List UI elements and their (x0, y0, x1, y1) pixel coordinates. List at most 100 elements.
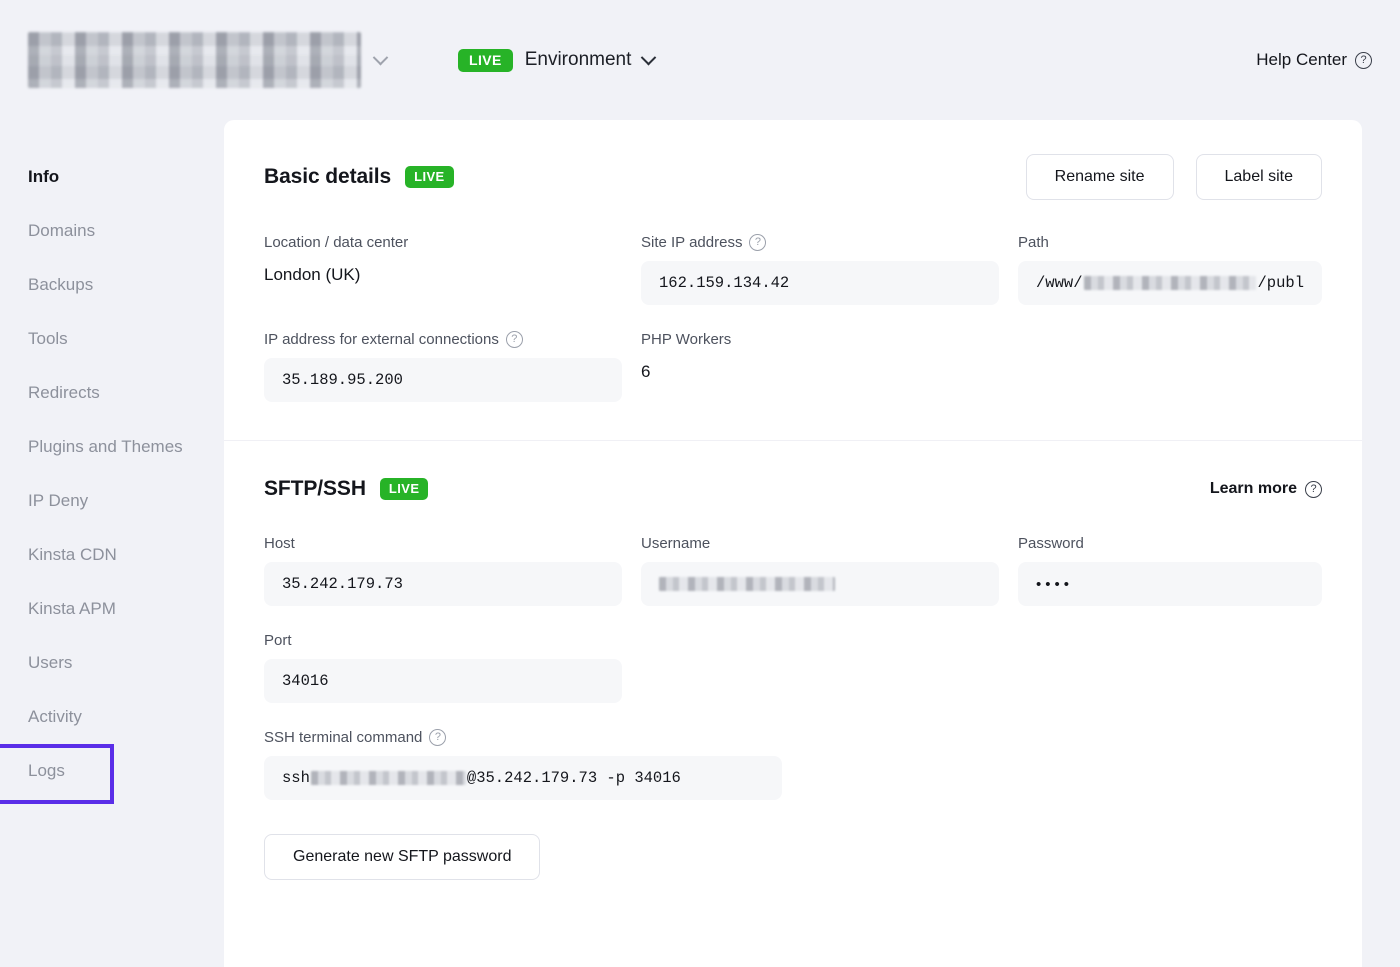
live-badge: LIVE (405, 166, 454, 188)
path-label: Path (1018, 234, 1322, 251)
port-label: Port (264, 632, 622, 649)
site-ip-label: Site IP address ? (641, 234, 999, 251)
environment-selector[interactable]: LIVE Environment (458, 49, 654, 72)
sidebar-item-tools[interactable]: Tools (0, 312, 224, 366)
sidebar-item-label: Kinsta CDN (28, 545, 117, 565)
help-center-label: Help Center (1256, 50, 1347, 70)
username-label: Username (641, 535, 999, 552)
sidebar-item-activity[interactable]: Activity (0, 690, 224, 744)
question-circle-icon[interactable]: ? (506, 331, 523, 348)
section-title: Basic details (264, 165, 391, 189)
external-ip-field-group: IP address for external connections ? 35… (264, 331, 622, 402)
sidebar-item-plugins-and-themes[interactable]: Plugins and Themes (0, 420, 224, 474)
username-label-text: Username (641, 535, 710, 552)
site-name-masked (28, 32, 361, 88)
username-field-group: Username (641, 535, 999, 606)
host-label: Host (264, 535, 622, 552)
password-label: Password (1018, 535, 1322, 552)
ssh-command-suffix: @35.242.179.73 -p 34016 (467, 769, 681, 787)
sidebar-item-info[interactable]: Info (0, 150, 224, 204)
question-circle-icon: ? (1355, 52, 1372, 69)
sidebar-item-backups[interactable]: Backups (0, 258, 224, 312)
content-card: Basic details LIVE Rename site Label sit… (224, 120, 1362, 967)
port-field-group: Port 34016 (264, 632, 622, 703)
sftp-ssh-section: SFTP/SSH LIVE Learn more ? Host 35.242.1… (224, 441, 1362, 924)
question-circle-icon: ? (1305, 481, 1322, 498)
environment-label: Environment (525, 49, 632, 71)
path-label-text: Path (1018, 234, 1049, 251)
sidebar-item-kinsta-cdn[interactable]: Kinsta CDN (0, 528, 224, 582)
basic-details-section: Basic details LIVE Rename site Label sit… (224, 120, 1362, 440)
location-label: Location / data center (264, 234, 622, 251)
ssh-command-value-field[interactable]: ssh @35.242.179.73 -p 34016 (264, 756, 782, 800)
port-label-text: Port (264, 632, 292, 649)
sidebar-item-label: Domains (28, 221, 95, 241)
php-workers-label: PHP Workers (641, 331, 999, 348)
ssh-command-field-group: SSH terminal command ? ssh @35.242.179.7… (264, 729, 1322, 800)
path-field-group: Path /www//publ (1018, 234, 1322, 305)
sidebar-item-domains[interactable]: Domains (0, 204, 224, 258)
label-site-button[interactable]: Label site (1196, 154, 1323, 200)
external-ip-label: IP address for external connections ? (264, 331, 622, 348)
sidebar-item-logs[interactable]: Logs (0, 744, 224, 798)
location-label-text: Location / data center (264, 234, 408, 251)
ssh-command-label: SSH terminal command ? (264, 729, 1322, 746)
site-ip-label-text: Site IP address (641, 234, 742, 251)
sidebar-nav: Info Domains Backups Tools Redirects Plu… (0, 120, 224, 967)
external-ip-value-field[interactable]: 35.189.95.200 (264, 358, 622, 402)
site-ip-value-field[interactable]: 162.159.134.42 (641, 261, 999, 305)
php-workers-field-group: PHP Workers 6 (641, 331, 999, 402)
grid-spacer (1018, 331, 1322, 402)
sidebar-item-users[interactable]: Users (0, 636, 224, 690)
path-prefix: /www/ (1036, 274, 1083, 292)
basic-details-grid: Location / data center London (UK) Site … (264, 234, 1322, 402)
sidebar-item-label: Tools (28, 329, 68, 349)
port-value-field[interactable]: 34016 (264, 659, 622, 703)
username-value-field[interactable] (641, 562, 999, 606)
host-value-field[interactable]: 35.242.179.73 (264, 562, 622, 606)
top-bar: LIVE Environment Help Center ? (0, 0, 1400, 120)
sidebar-item-redirects[interactable]: Redirects (0, 366, 224, 420)
site-selector[interactable] (28, 32, 386, 88)
sftp-ssh-grid: Host 35.242.179.73 Username Password •••… (264, 535, 1322, 703)
generate-password-wrap: Generate new SFTP password (264, 834, 1322, 880)
chevron-down-icon[interactable] (641, 49, 657, 65)
chevron-down-icon[interactable] (373, 49, 389, 65)
username-masked (659, 577, 835, 591)
ssh-command-prefix: ssh (282, 769, 310, 787)
host-field-group: Host 35.242.179.73 (264, 535, 622, 606)
host-label-text: Host (264, 535, 295, 552)
password-label-text: Password (1018, 535, 1084, 552)
sidebar-item-kinsta-apm[interactable]: Kinsta APM (0, 582, 224, 636)
sidebar-item-ip-deny[interactable]: IP Deny (0, 474, 224, 528)
sidebar-item-label: Kinsta APM (28, 599, 116, 619)
grid-spacer (641, 632, 999, 703)
basic-details-header: Basic details LIVE Rename site Label sit… (264, 154, 1322, 200)
help-center-link[interactable]: Help Center ? (1256, 50, 1372, 70)
sidebar-item-label: IP Deny (28, 491, 88, 511)
sidebar-item-label: Plugins and Themes (28, 437, 183, 457)
question-circle-icon[interactable]: ? (749, 234, 766, 251)
external-ip-label-text: IP address for external connections (264, 331, 499, 348)
section-title: SFTP/SSH (264, 477, 366, 501)
password-value-field[interactable]: •••• (1018, 562, 1322, 606)
php-workers-value: 6 (641, 358, 999, 382)
path-masked (1084, 276, 1257, 290)
question-circle-icon[interactable]: ? (429, 729, 446, 746)
live-badge: LIVE (380, 478, 429, 500)
sidebar-item-label: Users (28, 653, 72, 673)
sidebar-item-label: Backups (28, 275, 93, 295)
learn-more-link[interactable]: Learn more ? (1210, 480, 1322, 498)
sidebar-item-label: Info (28, 167, 59, 187)
site-ip-field-group: Site IP address ? 162.159.134.42 (641, 234, 999, 305)
sidebar-item-label: Activity (28, 707, 82, 727)
sidebar-item-label: Redirects (28, 383, 100, 403)
sftp-ssh-actions: Learn more ? (1210, 480, 1322, 498)
ssh-command-label-text: SSH terminal command (264, 729, 422, 746)
location-field-group: Location / data center London (UK) (264, 234, 622, 305)
basic-details-actions: Rename site Label site (1026, 154, 1322, 200)
password-dots: •••• (1036, 576, 1073, 593)
generate-new-sftp-password-button[interactable]: Generate new SFTP password (264, 834, 540, 880)
path-value-field[interactable]: /www//publ (1018, 261, 1322, 305)
rename-site-button[interactable]: Rename site (1026, 154, 1174, 200)
